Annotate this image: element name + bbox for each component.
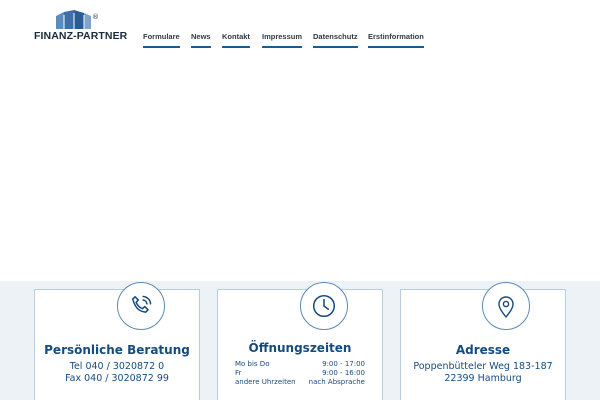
clock-icon	[312, 294, 336, 318]
phone-icon	[131, 295, 152, 313]
logo-building-icon	[56, 10, 91, 29]
hours-row: andere Uhrzeiten nach Absprache	[235, 378, 365, 388]
nav-kontakt[interactable]: Kontakt	[222, 32, 250, 48]
phone-number[interactable]: Tel 040 / 3020872 0	[35, 361, 199, 373]
nav-datenschutz[interactable]: Datenschutz	[313, 32, 358, 48]
clock-icon-circle	[300, 282, 348, 330]
phone-icon-circle	[117, 282, 165, 330]
brand-logo[interactable]: ® FINANZ-PARTNER	[33, 10, 127, 44]
hours-time: nach Absprache	[308, 378, 365, 386]
hours-time: 9:00 - 16:00	[322, 369, 365, 377]
hours-days: andere Uhrzeiten	[235, 378, 296, 386]
location-pin-icon	[498, 296, 514, 318]
hours-days: Fr	[235, 369, 242, 377]
nav-impressum[interactable]: Impressum	[262, 32, 303, 48]
fax-number: Fax 040 / 3020872 99	[65, 373, 169, 384]
hours-time: 9:00 - 17:00	[322, 360, 365, 368]
hours-days: Mo bis Do	[235, 360, 270, 368]
address-title: Adresse	[455, 343, 511, 357]
registered-mark: ®	[92, 13, 99, 21]
address-city: 22399 Hamburg	[444, 373, 522, 384]
nav-formulare[interactable]: Formulare	[143, 32, 180, 48]
opening-hours-title: Öffnungszeiten	[248, 341, 352, 355]
nav-news[interactable]: News	[191, 32, 211, 48]
consult-title: Persönliche Beratung	[44, 343, 190, 357]
nav-erstinformation[interactable]: Erstinformation	[368, 32, 424, 48]
address-street: Poppenbütteler Weg 183-187	[413, 361, 553, 372]
location-pin-icon-circle	[482, 282, 530, 330]
logo-text: FINANZ-PARTNER	[34, 30, 128, 42]
